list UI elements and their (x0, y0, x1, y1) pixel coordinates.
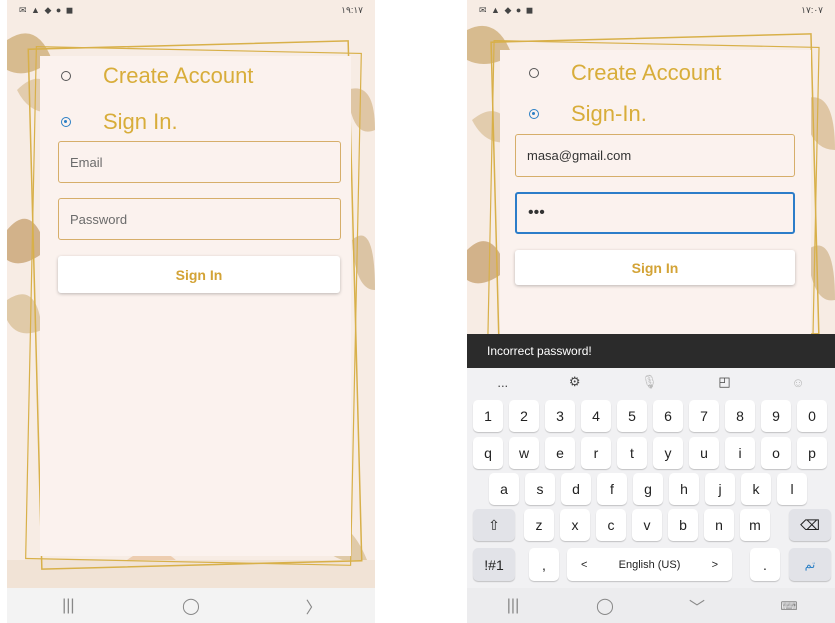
keyboard-switch-icon[interactable]: ⌨ (769, 599, 809, 613)
android-nav-bar: ||| ◯ ﹀ ⌨ (467, 588, 835, 623)
radio-button[interactable] (61, 71, 71, 81)
key-h[interactable]: h (669, 473, 699, 505)
mic-icon[interactable]: 🎙︎ (641, 374, 658, 390)
status-time: ١٧:٠٧ (801, 5, 823, 15)
password-field[interactable]: Password (58, 198, 341, 240)
key-6[interactable]: 6 (653, 400, 683, 432)
option-sign-in[interactable]: Sign-In. (529, 101, 647, 127)
email-field[interactable]: masa@gmail.com (515, 134, 795, 177)
option-create-account[interactable]: Create Account (529, 60, 721, 86)
space-key[interactable]: < English (US) > (567, 548, 732, 581)
phone-screen-right: ✉ ▲ ◆ ● ◼ ١٧:٠٧ Create Account Sign-In. … (467, 0, 835, 623)
back-icon[interactable]: ﹀ (677, 594, 717, 618)
key-5[interactable]: 5 (617, 400, 647, 432)
key-m[interactable]: m (740, 509, 770, 541)
key-w[interactable]: w (509, 437, 539, 469)
key-y[interactable]: y (653, 437, 683, 469)
key-s[interactable]: s (525, 473, 555, 505)
sign-in-button[interactable]: Sign In (515, 250, 795, 285)
language-left-arrow: < (581, 558, 588, 571)
radio-button[interactable] (529, 68, 539, 78)
key-v[interactable]: v (632, 509, 662, 541)
key-o[interactable]: o (761, 437, 791, 469)
key-3[interactable]: 3 (545, 400, 575, 432)
symbols-key[interactable]: !#1 (473, 548, 515, 581)
backspace-key[interactable]: ⌫ (789, 509, 831, 541)
space-label: English (US) (618, 558, 681, 571)
phone-screen-left: ✉ ▲ ◆ ● ◼ ١٩:١٧ Create Account Sign In. … (7, 0, 375, 623)
period-key[interactable]: . (750, 548, 780, 581)
key-c[interactable]: c (596, 509, 626, 541)
recents-icon[interactable]: ||| (48, 597, 88, 615)
language-right-arrow: > (711, 558, 718, 571)
back-icon[interactable]: 〉 (294, 594, 334, 618)
key-g[interactable]: g (633, 473, 663, 505)
key-j[interactable]: j (705, 473, 735, 505)
status-icons: ✉ ▲ ◆ ● ◼ (479, 5, 535, 15)
keyboard: ... ⚙ 🎙︎ ◰ ☺ 1234567890 qwertyuiop asdfg… (467, 368, 835, 588)
password-field[interactable]: ••• (515, 192, 795, 234)
sticker-icon[interactable]: ◰ (718, 374, 730, 390)
comma-key[interactable]: , (529, 548, 559, 581)
key-n[interactable]: n (704, 509, 734, 541)
key-z[interactable]: z (524, 509, 554, 541)
radio-button-selected[interactable] (529, 109, 539, 119)
status-bar: ✉ ▲ ◆ ● ◼ ١٩:١٧ (7, 0, 375, 22)
key-2[interactable]: 2 (509, 400, 539, 432)
toast-message: Incorrect password! (467, 334, 835, 368)
status-icons: ✉ ▲ ◆ ● ◼ (19, 5, 75, 15)
key-d[interactable]: d (561, 473, 591, 505)
key-i[interactable]: i (725, 437, 755, 469)
option-label: Sign In. (103, 109, 178, 134)
option-label: Sign-In. (571, 101, 647, 126)
key-l[interactable]: l (777, 473, 807, 505)
key-9[interactable]: 9 (761, 400, 791, 432)
option-create-account[interactable]: Create Account (61, 63, 253, 89)
key-1[interactable]: 1 (473, 400, 503, 432)
radio-button-selected[interactable] (61, 117, 71, 127)
emoji-icon[interactable]: ☺ (791, 375, 804, 390)
key-q[interactable]: q (473, 437, 503, 469)
sign-in-button[interactable]: Sign In (58, 256, 340, 293)
more-icon[interactable]: ... (497, 375, 508, 390)
option-label: Create Account (571, 60, 722, 85)
key-8[interactable]: 8 (725, 400, 755, 432)
key-0[interactable]: 0 (797, 400, 827, 432)
key-t[interactable]: t (617, 437, 647, 469)
status-bar: ✉ ▲ ◆ ● ◼ ١٧:٠٧ (467, 0, 835, 22)
key-x[interactable]: x (560, 509, 590, 541)
gear-icon[interactable]: ⚙ (569, 374, 581, 390)
keyboard-toolbar: ... ⚙ 🎙︎ ◰ ☺ (467, 368, 835, 396)
option-sign-in[interactable]: Sign In. (61, 109, 178, 135)
key-k[interactable]: k (741, 473, 771, 505)
key-a[interactable]: a (489, 473, 519, 505)
key-7[interactable]: 7 (689, 400, 719, 432)
key-f[interactable]: f (597, 473, 627, 505)
key-p[interactable]: p (797, 437, 827, 469)
key-b[interactable]: b (668, 509, 698, 541)
email-field[interactable]: Email (58, 141, 341, 183)
home-icon[interactable]: ◯ (171, 596, 211, 616)
key-r[interactable]: r (581, 437, 611, 469)
home-icon[interactable]: ◯ (585, 596, 625, 616)
option-label: Create Account (103, 63, 254, 88)
key-u[interactable]: u (689, 437, 719, 469)
key-e[interactable]: e (545, 437, 575, 469)
shift-key[interactable]: ⇧ (473, 509, 515, 541)
recents-icon[interactable]: ||| (493, 597, 533, 615)
status-time: ١٩:١٧ (341, 5, 363, 15)
key-4[interactable]: 4 (581, 400, 611, 432)
android-nav-bar: ||| ◯ 〉 (7, 588, 375, 623)
enter-key[interactable]: تم (789, 548, 831, 581)
